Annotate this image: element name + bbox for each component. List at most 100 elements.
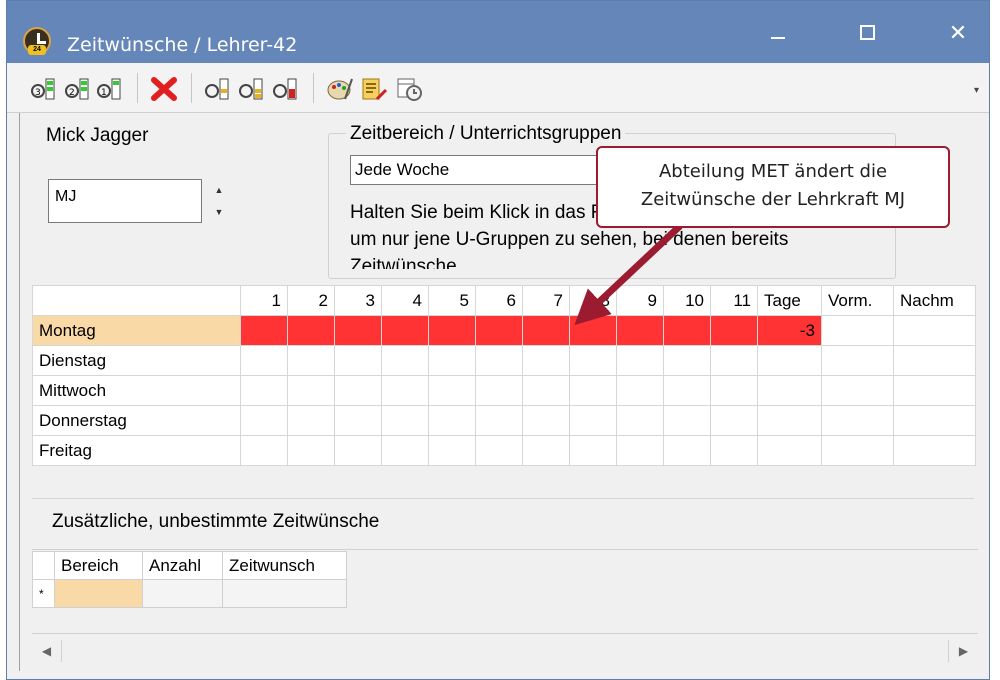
- time-wish-cell[interactable]: [522, 315, 570, 346]
- close-button[interactable]: ✕: [935, 15, 981, 51]
- period-header[interactable]: 8: [569, 285, 617, 316]
- time-wish-cell[interactable]: [475, 405, 523, 436]
- extra-column-header[interactable]: Bereich: [54, 551, 143, 580]
- summary-cell-vorm[interactable]: [821, 375, 894, 406]
- title-bar[interactable]: 24 Zeitwünsche / Lehrer-42 ✕: [7, 1, 989, 63]
- time-wish-cell[interactable]: [334, 405, 382, 436]
- day-label[interactable]: Freitag: [32, 435, 241, 466]
- time-wish-cell[interactable]: [475, 345, 523, 376]
- spin-up-icon[interactable]: ▲: [208, 179, 230, 201]
- extra-column-header[interactable]: Anzahl: [142, 551, 223, 580]
- time-wish-cell[interactable]: [710, 435, 758, 466]
- time-wish-cell[interactable]: [428, 375, 476, 406]
- calendar-clock-icon[interactable]: [395, 75, 425, 103]
- summary-cell-vorm[interactable]: [821, 345, 894, 376]
- period-header[interactable]: 9: [616, 285, 664, 316]
- scroll-right-icon[interactable]: ▶: [948, 640, 978, 662]
- paste-3-icon[interactable]: [271, 75, 301, 103]
- period-header[interactable]: 10: [663, 285, 711, 316]
- time-wish-cell[interactable]: [428, 345, 476, 376]
- minimize-button[interactable]: [755, 15, 801, 51]
- period-header[interactable]: 7: [522, 285, 570, 316]
- time-wish-cell[interactable]: [522, 345, 570, 376]
- time-wish-cell[interactable]: [287, 345, 335, 376]
- maximize-button[interactable]: [845, 15, 891, 51]
- time-wish-cell[interactable]: [616, 375, 664, 406]
- time-wish-cell[interactable]: [287, 405, 335, 436]
- time-wish-cell[interactable]: [287, 435, 335, 466]
- list-edit-icon[interactable]: [359, 75, 389, 103]
- summary-cell-vorm[interactable]: [821, 435, 894, 466]
- paste-1-icon[interactable]: [203, 75, 233, 103]
- time-wish-cell[interactable]: [287, 315, 335, 346]
- time-wish-cell[interactable]: [569, 375, 617, 406]
- summary-cell-nachm[interactable]: [893, 375, 976, 406]
- day-label[interactable]: Donnerstag: [32, 405, 241, 436]
- time-wish-cell[interactable]: [522, 375, 570, 406]
- time-wish-cell[interactable]: [710, 315, 758, 346]
- time-wish-cell[interactable]: [569, 345, 617, 376]
- time-wish-cell[interactable]: [663, 405, 711, 436]
- time-wish-cell[interactable]: [381, 405, 429, 436]
- time-wish-cell[interactable]: [663, 375, 711, 406]
- time-wish-cell[interactable]: [569, 435, 617, 466]
- copy-3-icon[interactable]: 3: [29, 75, 59, 103]
- time-wish-cell[interactable]: [663, 435, 711, 466]
- summary-cell-tage[interactable]: [757, 345, 822, 376]
- toolbar-overflow-chevron-icon[interactable]: ▾: [974, 85, 979, 96]
- time-wish-cell[interactable]: [616, 405, 664, 436]
- time-wish-cell[interactable]: [381, 345, 429, 376]
- time-wish-cell[interactable]: [710, 405, 758, 436]
- day-row[interactable]: Dienstag: [32, 345, 976, 376]
- day-label[interactable]: Dienstag: [32, 345, 241, 376]
- summary-cell-vorm[interactable]: [821, 315, 894, 346]
- summary-cell-tage[interactable]: [757, 375, 822, 406]
- time-wish-cell[interactable]: [569, 315, 617, 346]
- period-header[interactable]: 1: [240, 285, 288, 316]
- summary-cell-tage[interactable]: [757, 435, 822, 466]
- spin-down-icon[interactable]: ▼: [208, 201, 230, 223]
- summary-cell-nachm[interactable]: [893, 315, 976, 346]
- time-wish-cell[interactable]: [428, 405, 476, 436]
- time-wish-cell[interactable]: [240, 375, 288, 406]
- time-wish-cell[interactable]: [240, 315, 288, 346]
- scroll-left-icon[interactable]: ◀: [32, 640, 62, 662]
- time-wish-cell[interactable]: [334, 315, 382, 346]
- summary-cell-nachm[interactable]: [893, 435, 976, 466]
- period-header[interactable]: 2: [287, 285, 335, 316]
- period-header[interactable]: 11: [710, 285, 758, 316]
- teacher-spinner[interactable]: ▲ ▼: [208, 179, 230, 223]
- paste-2-icon[interactable]: [237, 75, 267, 103]
- period-header[interactable]: 6: [475, 285, 523, 316]
- time-wish-cell[interactable]: [334, 435, 382, 466]
- time-wish-cell[interactable]: [616, 315, 664, 346]
- time-wish-cell[interactable]: [287, 375, 335, 406]
- day-label[interactable]: Montag: [32, 315, 241, 346]
- period-header[interactable]: 4: [381, 285, 429, 316]
- time-wish-cell[interactable]: [522, 435, 570, 466]
- time-wish-cell[interactable]: [428, 435, 476, 466]
- time-wish-cell[interactable]: [616, 345, 664, 376]
- teacher-code-field[interactable]: MJ: [48, 179, 202, 223]
- summary-cell-tage[interactable]: [757, 405, 822, 436]
- time-wish-cell[interactable]: [240, 435, 288, 466]
- time-wish-cell[interactable]: [475, 435, 523, 466]
- palette-icon[interactable]: [325, 75, 355, 103]
- time-wish-cell[interactable]: [710, 345, 758, 376]
- new-row[interactable]: *: [32, 579, 347, 608]
- time-wish-cell[interactable]: [663, 315, 711, 346]
- summary-cell-tage[interactable]: -3: [757, 315, 822, 346]
- period-header[interactable]: 5: [428, 285, 476, 316]
- copy-1-icon[interactable]: 1: [95, 75, 125, 103]
- time-wish-cell[interactable]: [381, 435, 429, 466]
- extra-column-header[interactable]: Zeitwunsch: [222, 551, 347, 580]
- time-wish-cell[interactable]: [663, 345, 711, 376]
- time-wish-cell[interactable]: [710, 375, 758, 406]
- summary-cell-nachm[interactable]: [893, 405, 976, 436]
- extra-cell-zeitwunsch[interactable]: [222, 579, 347, 608]
- extra-cell-bereich[interactable]: [54, 579, 143, 608]
- time-wish-cell[interactable]: [334, 345, 382, 376]
- time-wish-cell[interactable]: [475, 375, 523, 406]
- time-wish-cell[interactable]: [240, 405, 288, 436]
- summary-cell-nachm[interactable]: [893, 345, 976, 376]
